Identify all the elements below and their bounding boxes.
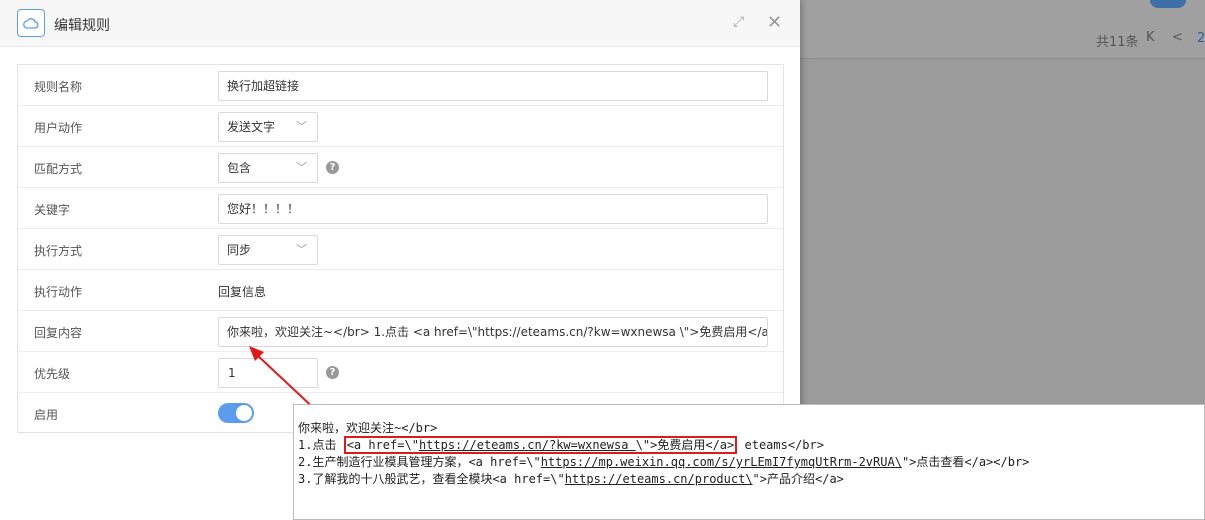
preview-line-4-url: https://eteams.cn/product\ (564, 472, 753, 486)
user-action-value: 发送文字 (227, 120, 276, 134)
match-mode-select[interactable]: 包含 ﹀ (218, 153, 318, 183)
dialog-title: 编辑规则 (54, 18, 110, 34)
preview-line-2-suffix: eteams</br> (737, 438, 824, 452)
chevron-down-icon: ﹀ (296, 161, 307, 174)
highlighted-link-code: <a href=\"https://eteams.cn/?kw=wxnewsa … (343, 436, 738, 454)
preview-line-3-url: https://mp.weixin.qq.com/s/yrLEmI7fymqUt… (540, 455, 902, 469)
keyword-label: 关键字 (34, 203, 71, 217)
help-icon[interactable]: ? (326, 161, 339, 174)
row-rule-name: 规则名称 换行加超链接 (18, 65, 783, 106)
row-user-action: 用户动作 发送文字 ﹀ (18, 106, 783, 147)
preview-line-2-url: https://eteams.cn/?kw=wxnewsa (418, 438, 636, 452)
preview-line-2-tag-mid: \">免费启用</a> (635, 438, 735, 452)
close-icon[interactable]: ✕ (767, 12, 782, 33)
row-reply-content: 回复内容 你来啦，欢迎关注~</br> 1.点击 <a href=\"https… (18, 311, 783, 352)
toggle-knob (236, 405, 252, 421)
cloud-icon (17, 9, 45, 37)
exec-mode-label: 执行方式 (34, 244, 83, 258)
keyword-input[interactable]: 您好！！！！ (218, 194, 768, 224)
expand-icon[interactable]: ⤢ (733, 14, 744, 30)
row-match-mode: 匹配方式 包含 ﹀ ? (18, 147, 783, 188)
preview-line-3: 2.生产制造行业模具管理方案，<a href=\"https://mp.weix… (298, 453, 1029, 470)
enabled-label: 启用 (34, 408, 59, 422)
pager-total: 共11条 (1096, 35, 1139, 50)
exec-action-value: 回复信息 (218, 285, 267, 299)
exec-mode-select[interactable]: 同步 ﹀ (218, 235, 318, 265)
rule-name-input[interactable]: 换行加超链接 (218, 71, 768, 101)
background-toggle (1150, 0, 1186, 8)
preview-line-3-prefix: 2.生产制造行业模具管理方案，<a href=\" (298, 455, 541, 469)
pager-first-button[interactable]: K (1146, 30, 1155, 45)
exec-mode-value: 同步 (227, 243, 252, 257)
enabled-toggle[interactable] (218, 403, 254, 423)
pager-page-number[interactable]: 2 (1197, 31, 1205, 46)
row-exec-mode: 执行方式 同步 ﹀ (18, 229, 783, 270)
match-mode-value: 包含 (227, 161, 252, 175)
user-action-select[interactable]: 发送文字 ﹀ (218, 112, 318, 142)
match-mode-label: 匹配方式 (34, 162, 83, 176)
preview-line-1: 你来啦，欢迎关注~</br> (298, 421, 438, 435)
user-action-label: 用户动作 (34, 121, 83, 135)
row-keyword: 关键字 您好！！！！ (18, 188, 783, 229)
rule-form: 规则名称 换行加超链接 用户动作 发送文字 ﹀ 匹配方式 包含 ﹀ ? 关键字 您好… (17, 64, 784, 433)
chevron-down-icon: ﹀ (296, 120, 307, 133)
reply-content-label: 回复内容 (34, 326, 83, 340)
dialog-header: 编辑规则 ⤢ ✕ (0, 0, 800, 47)
pager-prev-button[interactable]: < (1172, 30, 1183, 45)
rule-name-label: 规则名称 (34, 80, 83, 94)
preview-line-2-prefix: 1.点击 (298, 438, 344, 452)
preview-line-3-suffix: ">点击查看</a></br> (901, 455, 1030, 469)
preview-line-2-tag-open: <a href=\" (346, 438, 419, 452)
row-exec-action: 执行动作 回复信息 (18, 270, 783, 311)
help-icon[interactable]: ? (326, 366, 339, 379)
preview-line-4-suffix: ">产品介绍</a> (752, 472, 844, 486)
preview-line-4: 3.了解我的十八般武艺，查看全模块<a href=\"https://eteam… (298, 470, 844, 487)
reply-content-input[interactable]: 你来啦，欢迎关注~</br> 1.点击 <a href=\"https://et… (218, 317, 768, 347)
row-priority: 优先级 1 ? (18, 352, 783, 393)
reply-preview-callout: 你来啦，欢迎关注~</br> 1.点击 <a href=\"https://et… (293, 404, 1205, 520)
exec-action-label: 执行动作 (34, 285, 83, 299)
preview-line-2: 1.点击 <a href=\"https://eteams.cn/?kw=wxn… (298, 436, 824, 454)
chevron-down-icon: ﹀ (296, 243, 307, 256)
background-table-header (800, 0, 1205, 59)
priority-label: 优先级 (34, 367, 71, 381)
preview-line-4-prefix: 3.了解我的十八般武艺，查看全模块<a href=\" (298, 472, 565, 486)
priority-input[interactable]: 1 (218, 358, 318, 388)
